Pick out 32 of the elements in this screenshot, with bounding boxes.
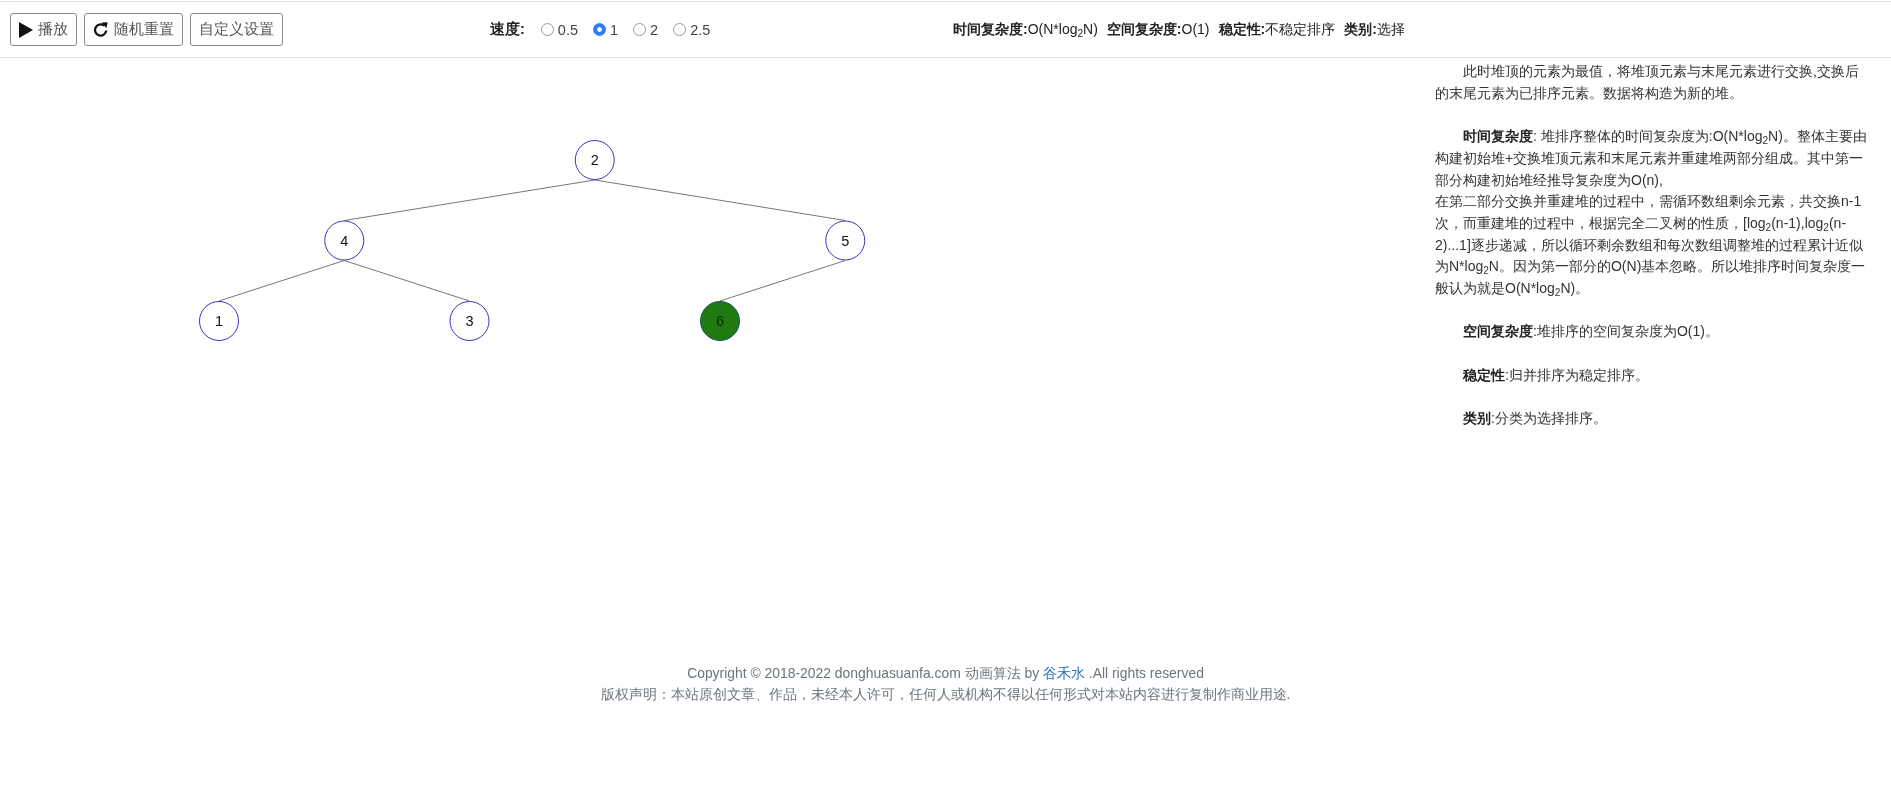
heap-node: 5 bbox=[825, 220, 866, 261]
radio-button[interactable] bbox=[633, 23, 647, 36]
radio-button[interactable] bbox=[673, 23, 687, 36]
speed-value: 2 bbox=[650, 21, 659, 38]
complexity-info: 时间复杂度:O(N*log$_{2}$N) bbox=[953, 20, 1098, 39]
heap-node: 6 bbox=[700, 301, 740, 341]
play-icon bbox=[19, 21, 33, 38]
play-button[interactable]: 播放 bbox=[10, 13, 77, 46]
heap-node: 1 bbox=[199, 301, 239, 341]
explanation-paragraph: 此时堆顶的元素为最值，将堆顶元素与末尾元素进行交换,交换后的末尾元素为已排序元素。数据将构造为新的堆。 bbox=[1435, 62, 1860, 103]
explanation-paragraph: 类别:分类为选择排序。 bbox=[1462, 409, 1608, 429]
heap-node: 4 bbox=[324, 220, 365, 261]
speed-label: 速度: bbox=[490, 20, 525, 39]
heap-node: 3 bbox=[449, 301, 490, 341]
copyright-notice: 版权声明：本站原创文章、作品，未经本人许可，任何人或机构不得以任何形式对本站内容进行复制作商业用途. bbox=[599, 685, 1292, 704]
custom-settings-button[interactable]: 自定义设置 bbox=[190, 13, 283, 46]
author-link[interactable]: 谷禾水 bbox=[1042, 665, 1085, 681]
speed-value: 2.5 bbox=[690, 21, 711, 38]
speed-value: 0.5 bbox=[557, 21, 578, 38]
complexity-info: 稳定性:不稳定排序 bbox=[1218, 20, 1336, 39]
refresh-icon bbox=[93, 21, 109, 38]
explanation-paragraph: 空间复杂度:堆排序的空间复杂度为O(1)。 bbox=[1462, 322, 1720, 342]
complexity-info: 类别:选择 bbox=[1344, 20, 1405, 39]
copyright-text: Copyright © 2018-2022 donghuasuanfa.com 动画算法 by 谷禾水 .All rights reserved bbox=[686, 664, 1205, 683]
reset-button[interactable]: 随机重置 bbox=[84, 13, 183, 46]
radio-button[interactable] bbox=[593, 23, 606, 36]
heap-node: 2 bbox=[574, 140, 615, 180]
explanation-paragraph: 稳定性:归并排序为稳定排序。 bbox=[1461, 365, 1650, 385]
explanation-paragraph: 时间复杂度: 堆排序整体的时间复杂度为:O(N*log$_{2}$N)。整体主要由构建初始堆+交换堆顶元素和末尾元素并重建堆两部分组成。其中第一部分构建初始堆经推导复杂度为O(n), 在第二部分交换并重建堆的过程中，需循环数组剩余元素，共交换n-1次，而重建堆的过程中，根据完全二叉树的性质，[log$_{2}$(n-1),log$_{2}$(n-2)...1]逐步递减，所以循环剩余数组和每次数组调整堆的过程累计近似为N*log$_{2}$N。因为第一部分的O(N)基本忽略。所以堆排序时间复杂度一般认为就是O(N*log$_{2}$N)。 bbox=[1435, 127, 1868, 300]
radio-button[interactable] bbox=[540, 23, 554, 36]
complexity-info: 空间复杂度:O(1) bbox=[1106, 20, 1210, 39]
speed-value: 1 bbox=[610, 21, 619, 38]
